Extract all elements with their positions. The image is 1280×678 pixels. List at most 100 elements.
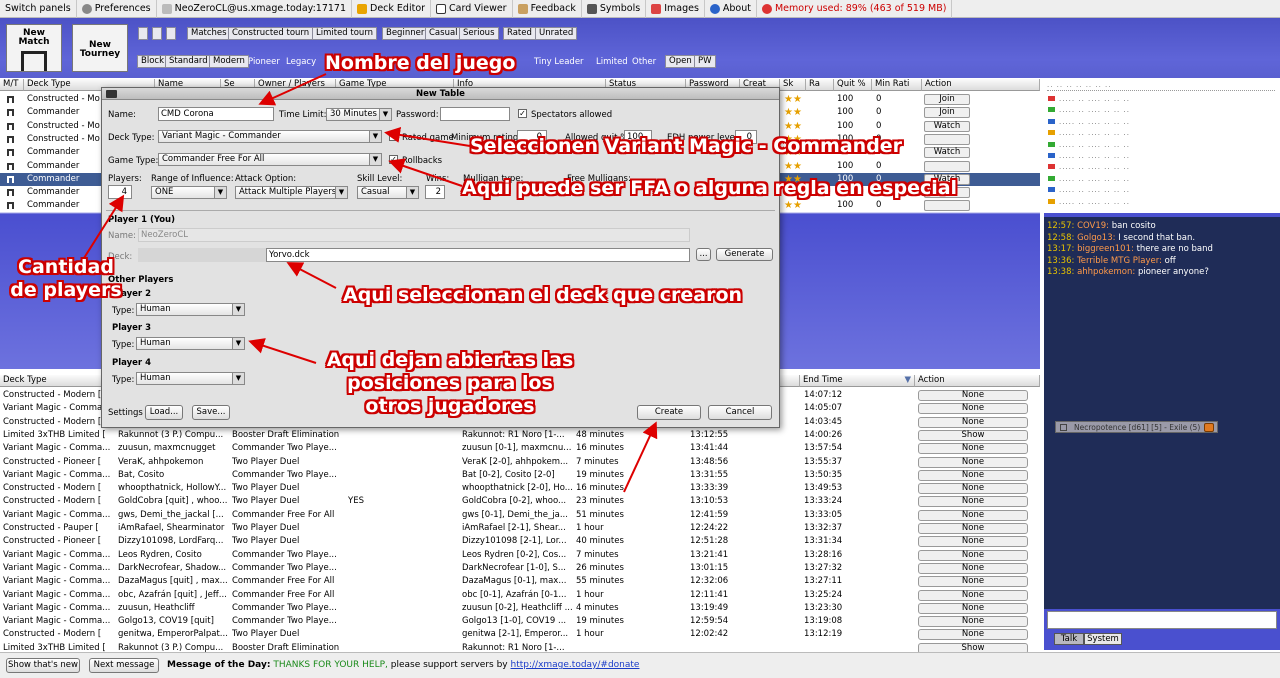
action-button[interactable]: None (918, 456, 1028, 468)
table-row[interactable]: Variant Magic - Comma... DarkNecrofear, S… (0, 562, 1040, 575)
filter-serious[interactable]: Serious (459, 27, 499, 40)
player-row[interactable]: ..... .. .... .. .. .. (1048, 129, 1276, 139)
col-header[interactable]: Sk (780, 79, 806, 91)
col-header[interactable]: Ra (806, 79, 834, 91)
filter-modern[interactable]: Modern (209, 55, 249, 68)
next-message-button[interactable]: Next message (89, 658, 159, 673)
col-header[interactable]: Quit % (834, 79, 872, 91)
action-button[interactable]: None (918, 536, 1028, 548)
players-spinner[interactable]: 4 (108, 185, 132, 199)
attack-select[interactable]: Attack Multiple Players (235, 186, 348, 199)
filter-pw[interactable]: PW (694, 55, 716, 68)
col-header[interactable]: End Time ▼ (800, 375, 915, 387)
menu-connection[interactable]: NeoZeroCL@us.xmage.today:17171 (157, 0, 353, 18)
table-row[interactable]: Variant Magic - Comma... obc, Azafrán [qu… (0, 589, 1040, 602)
menu-preferences[interactable]: Preferences (77, 0, 157, 18)
cancel-button[interactable]: Cancel (708, 405, 772, 420)
filter-standard[interactable]: Standard (165, 55, 212, 68)
menu-symbols[interactable]: Symbols (582, 0, 647, 18)
time-limit-select[interactable]: 30 Minutes (326, 108, 392, 121)
col-header[interactable]: Min Rati (872, 79, 922, 91)
table-row[interactable]: Constructed - Modern [genitwa, EmperorPa… (0, 628, 1040, 641)
game-type-select[interactable]: Commander Free For All (158, 153, 382, 166)
filter-limited[interactable]: Limited (596, 57, 628, 67)
menu-card-viewer[interactable]: Card Viewer (431, 0, 513, 18)
action-button[interactable]: None (918, 469, 1028, 481)
deck-file-input[interactable]: Yorvo.dck (266, 248, 690, 262)
action-button[interactable]: None (918, 523, 1028, 534)
action-button[interactable]: None (918, 416, 1028, 428)
chat-input[interactable] (1047, 611, 1277, 629)
player-row[interactable]: ..... .. .... .. .. .. (1048, 186, 1276, 196)
filter-tiny-leader[interactable]: Tiny Leader (534, 57, 584, 67)
spectators-checkbox[interactable]: ✓ (518, 109, 527, 118)
player-row[interactable]: ..... .. .... .. .. .. (1048, 175, 1276, 185)
action-button[interactable]: None (918, 589, 1028, 601)
filter-other[interactable]: Other (632, 57, 656, 67)
action-button[interactable]: None (918, 576, 1028, 588)
menu-images[interactable]: Images (646, 0, 705, 18)
col-header[interactable]: Action (922, 79, 1040, 91)
action-button[interactable]: Show (918, 429, 1028, 441)
filter-icon-3[interactable] (166, 27, 176, 40)
tab-system[interactable]: System (1084, 633, 1122, 645)
range-select[interactable]: ONE (151, 186, 227, 199)
tab-talk[interactable]: Talk (1054, 633, 1084, 645)
table-row[interactable]: Variant Magic - Comma... Golgo13, COV19 [… (0, 615, 1040, 628)
watch-button[interactable]: Watch (924, 147, 970, 159)
action-button[interactable]: None (918, 443, 1028, 455)
table-row[interactable]: Variant Magic - Comma... Bat, Cosito Comma… (0, 469, 1040, 482)
action-button[interactable]: None (918, 403, 1028, 415)
table-name-input[interactable]: CMD Corona (158, 107, 274, 121)
menu-switch-panels[interactable]: Switch panels (0, 0, 77, 18)
wins-spinner[interactable]: 2 (425, 185, 445, 199)
action-button[interactable]: None (918, 616, 1028, 628)
action-button[interactable]: None (918, 390, 1028, 401)
player2-type-select[interactable]: Human (136, 303, 245, 316)
skill-select[interactable]: Casual (357, 186, 419, 199)
rated-checkbox[interactable] (389, 132, 398, 141)
floating-card-panel[interactable]: Necropotence [d61] [5] - Exile (5) (1055, 421, 1218, 433)
empty-button[interactable] (924, 133, 970, 145)
action-button[interactable]: None (918, 509, 1028, 521)
menu-deck-editor[interactable]: Deck Editor (352, 0, 432, 18)
save-button[interactable]: Save... (192, 405, 230, 420)
generate-button[interactable]: Generate (716, 248, 773, 261)
password-input[interactable] (440, 107, 510, 121)
table-row[interactable]: Constructed - Pauper [iAmRafael, Shearmi… (0, 522, 1040, 535)
filter-constructed-tourn[interactable]: Constructed tourn (228, 27, 314, 40)
action-button[interactable]: None (918, 602, 1028, 614)
action-button[interactable]: None (918, 483, 1028, 495)
filter-beginner[interactable]: Beginner (382, 27, 429, 40)
filter-legacy[interactable]: Legacy (286, 57, 316, 67)
menu-about[interactable]: About (705, 0, 757, 18)
player-row[interactable]: ..... .. .... .. .. .. (1048, 198, 1276, 208)
player-row[interactable]: ..... .. .... .. .. .. (1048, 106, 1276, 116)
player3-type-select[interactable]: Human (136, 337, 245, 350)
action-button[interactable]: None (918, 496, 1028, 508)
table-row[interactable]: Limited 3xTHB Limited [Rakunnot (3 P.) C… (0, 429, 1040, 442)
menu-feedback[interactable]: Feedback (513, 0, 582, 18)
table-row[interactable]: Variant Magic - Comma... gws, Demi_the_ja… (0, 509, 1040, 522)
filter-rated[interactable]: Rated (503, 27, 536, 40)
watch-button[interactable]: Watch (924, 120, 970, 132)
table-row[interactable]: Variant Magic - Comma... zuusun, Heathcli… (0, 602, 1040, 615)
col-header[interactable]: Action (915, 375, 1040, 387)
col-header[interactable]: M/T (0, 79, 24, 91)
action-button[interactable]: None (918, 549, 1028, 561)
table-row[interactable]: Variant Magic - Comma... DazaMagus [quit]… (0, 575, 1040, 588)
player-row[interactable]: ..... .. .... .. .. .. (1048, 118, 1276, 128)
load-button[interactable]: Load... (145, 405, 183, 420)
empty-button[interactable] (924, 200, 970, 212)
filter-pioneer[interactable]: Pioneer (248, 57, 280, 67)
table-row[interactable]: Constructed - Pioneer [VeraK, ahhpokemon… (0, 456, 1040, 469)
new-tourney-button[interactable]: New Tourney (72, 24, 128, 72)
join-button[interactable]: Join (924, 107, 970, 119)
table-row[interactable]: Constructed - Modern [whoopthatnick, Hol… (0, 482, 1040, 495)
table-row[interactable]: Variant Magic - Comma... zuusun, maxmcnug… (0, 442, 1040, 455)
player-row[interactable]: ..... .. .... .. .. .. (1048, 163, 1276, 173)
player4-type-select[interactable]: Human (136, 372, 245, 385)
filter-unrated[interactable]: Unrated (535, 27, 578, 40)
filter-open[interactable]: Open (665, 55, 696, 68)
minimize-icon[interactable] (1204, 423, 1214, 432)
